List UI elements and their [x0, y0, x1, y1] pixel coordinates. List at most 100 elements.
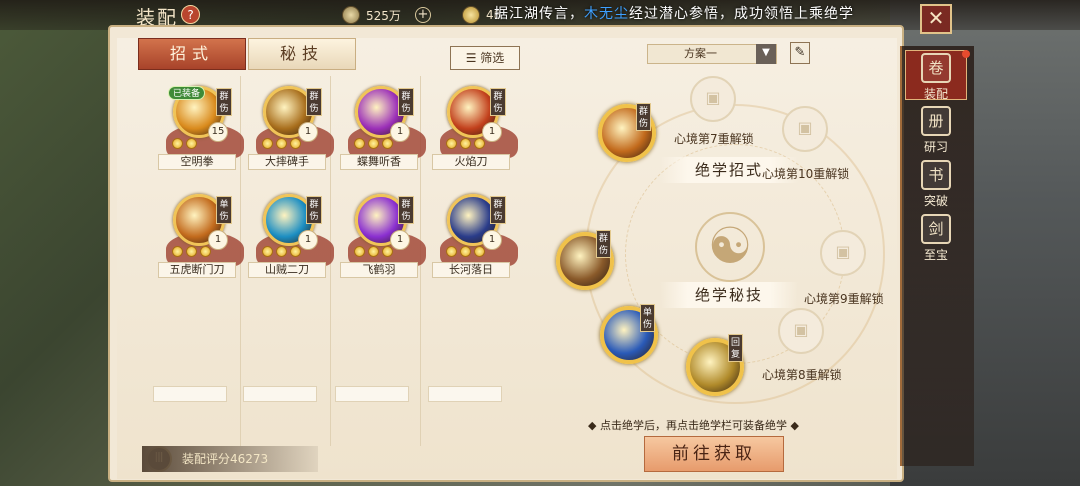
star-icon — [460, 138, 471, 149]
filter-button[interactable]: ☰ 筛选 — [450, 46, 520, 70]
help-icon[interactable]: ? — [181, 5, 200, 24]
add-coins-button[interactable]: + — [414, 7, 431, 23]
breakthrough-icon: 书 — [921, 160, 951, 190]
skill-card[interactable]: 群伤 1 火焰刀 — [428, 78, 518, 182]
skill-name: 大摔碑手 — [248, 154, 326, 170]
treasure-icon: 剑 — [921, 214, 951, 244]
lock-text-9: 心境第9重解锁 — [804, 292, 884, 306]
filter-label: 筛选 — [480, 51, 505, 65]
side-item-breakthrough[interactable]: 书突破 — [905, 158, 967, 208]
skill-name: 火焰刀 — [432, 154, 510, 170]
star-icon — [290, 246, 301, 257]
star-icon — [172, 246, 183, 257]
brush-icon[interactable]: ✎ — [790, 42, 810, 64]
star-icon — [474, 138, 485, 149]
skill-level: 15 — [208, 122, 228, 142]
lock-text-10: 心境第10重解锁 — [762, 167, 850, 181]
notice-prefix: 据江湖传言， — [494, 6, 584, 22]
lock-text-8: 心境第8重解锁 — [762, 368, 842, 382]
skill-name: 长河落日 — [432, 262, 510, 278]
side-item-label: 装配 — [923, 87, 948, 101]
skill-level: 1 — [482, 122, 502, 142]
close-button[interactable]: ✕ — [920, 4, 952, 34]
empty-slot[interactable] — [153, 386, 227, 402]
go-obtain-button[interactable]: 前往获取 — [644, 436, 784, 472]
equip-icon: 卷 — [921, 53, 951, 83]
side-item-label: 突破 — [923, 194, 948, 208]
lock-text-7: 心境第7重解锁 — [674, 132, 754, 146]
skill-card[interactable]: 单伤 1 五虎断门刀 — [154, 186, 244, 290]
skill-type-tag: 群伤 — [490, 88, 506, 116]
star-icon — [186, 246, 197, 257]
side-item-treasure[interactable]: 剑至宝 — [905, 212, 967, 262]
equipped-tag: 群伤 — [596, 230, 611, 258]
star-icon — [368, 138, 379, 149]
skill-stars — [172, 246, 211, 257]
skill-name: 蝶舞听香 — [340, 154, 418, 170]
star-icon — [382, 246, 393, 257]
star-icon — [368, 246, 379, 257]
skill-card[interactable]: 群伤 1 大摔碑手 — [244, 78, 334, 182]
empty-slot[interactable] — [428, 386, 502, 402]
skill-level: 1 — [208, 230, 228, 250]
skill-type-tag: 群伤 — [306, 88, 322, 116]
star-icon — [354, 246, 365, 257]
side-item-equip[interactable]: 卷装配 — [905, 50, 967, 101]
equipped-tag: 回复 — [728, 334, 743, 362]
tab-secrets[interactable]: 秘技 — [248, 38, 356, 70]
skill-type-tag: 群伤 — [398, 196, 414, 224]
coin-value: 525万 — [366, 8, 401, 23]
star-icon — [446, 246, 457, 257]
skill-name: 山贼二刀 — [248, 262, 326, 278]
skill-stars — [172, 138, 197, 149]
skill-name: 五虎断门刀 — [158, 262, 236, 278]
skill-type-tag: 群伤 — [306, 196, 322, 224]
equip-score: 装配评分46273 — [142, 446, 318, 472]
skill-type-tag: 单伤 — [216, 196, 232, 224]
skill-level: 1 — [482, 230, 502, 250]
notification-dot — [962, 50, 970, 58]
skill-card[interactable]: 群伤 1 山贼二刀 — [244, 186, 334, 290]
locked-slot-9[interactable]: ▣ — [820, 230, 866, 276]
filter-icon: ☰ — [465, 51, 477, 65]
notice-player-name[interactable]: 木无尘 — [584, 6, 629, 22]
study-icon: 册 — [921, 106, 951, 136]
locked-slot-7[interactable]: ▣ — [690, 76, 736, 122]
equipped-badge: 已装备 — [168, 86, 206, 100]
star-icon — [290, 138, 301, 149]
star-icon — [446, 138, 457, 149]
equipped-tag: 单伤 — [640, 304, 655, 332]
broadcast-notice: 据江湖传言，木无尘经过潜心参悟，成功领悟上乘绝学 — [494, 3, 854, 23]
locked-slot-8[interactable]: ▣ — [778, 308, 824, 354]
notice-suffix: 经过潜心参悟，成功领悟上乘绝学 — [629, 6, 854, 22]
locked-slot-10[interactable]: ▣ — [782, 106, 828, 152]
skill-card[interactable]: 群伤 1 飞鹤羽 — [336, 186, 426, 290]
skill-stars — [262, 246, 301, 257]
coin-icon — [342, 6, 360, 24]
tab-moves[interactable]: 招式 — [138, 38, 246, 70]
star-icon — [262, 246, 273, 257]
ingot-icon — [462, 6, 480, 24]
star-icon — [262, 138, 273, 149]
side-item-study[interactable]: 册研习 — [905, 104, 967, 154]
skill-name: 空明拳 — [158, 154, 236, 170]
yin-yang-icon: ☯ — [695, 212, 765, 282]
currency-coins: 525万 + — [342, 5, 431, 25]
skill-card[interactable]: 群伤 1 蝶舞听香 — [336, 78, 426, 182]
side-item-label: 至宝 — [923, 248, 948, 262]
star-icon — [460, 246, 471, 257]
ultimate-secrets-label: 绝学秘技 — [660, 282, 798, 308]
empty-slot[interactable] — [243, 386, 317, 402]
skill-type-tag: 群伤 — [398, 88, 414, 116]
chevron-down-icon[interactable]: ▼ — [756, 44, 776, 64]
empty-slot[interactable] — [335, 386, 409, 402]
skill-type-tag: 群伤 — [490, 196, 506, 224]
skill-card[interactable]: 群伤 1 长河落日 — [428, 186, 518, 290]
star-icon — [382, 138, 393, 149]
skill-level: 1 — [298, 230, 318, 250]
skill-card[interactable]: 群伤 15 已装备 空明拳 — [154, 78, 244, 182]
star-icon — [276, 246, 287, 257]
star-icon — [172, 138, 183, 149]
star-icon — [200, 246, 211, 257]
skill-stars — [354, 246, 393, 257]
